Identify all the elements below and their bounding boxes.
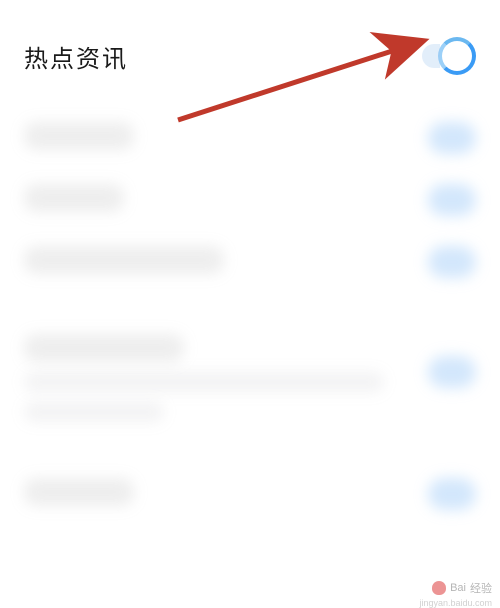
blurred-setting-row bbox=[24, 334, 476, 422]
blurred-toggle[interactable] bbox=[428, 122, 476, 154]
paw-icon bbox=[432, 581, 446, 595]
blurred-toggle[interactable] bbox=[428, 356, 476, 388]
blurred-toggle[interactable] bbox=[428, 246, 476, 278]
blurred-setting-row bbox=[24, 246, 476, 278]
watermark-url: jingyan.baidu.com bbox=[419, 598, 492, 608]
blurred-setting-row bbox=[24, 122, 476, 154]
blurred-setting-row bbox=[24, 478, 476, 510]
settings-list: 热点资讯 bbox=[0, 0, 500, 530]
blurred-setting-row bbox=[24, 184, 476, 216]
setting-label: 热点资讯 bbox=[24, 39, 128, 74]
watermark: Bai 经验 bbox=[432, 580, 492, 596]
blurred-toggle[interactable] bbox=[428, 184, 476, 216]
watermark-brand: Bai bbox=[450, 582, 466, 594]
blurred-toggle[interactable] bbox=[428, 478, 476, 510]
watermark-suffix: 经验 bbox=[470, 580, 492, 596]
setting-row-hot-news: 热点资讯 bbox=[24, 20, 476, 92]
toggle-switch[interactable] bbox=[438, 37, 476, 75]
